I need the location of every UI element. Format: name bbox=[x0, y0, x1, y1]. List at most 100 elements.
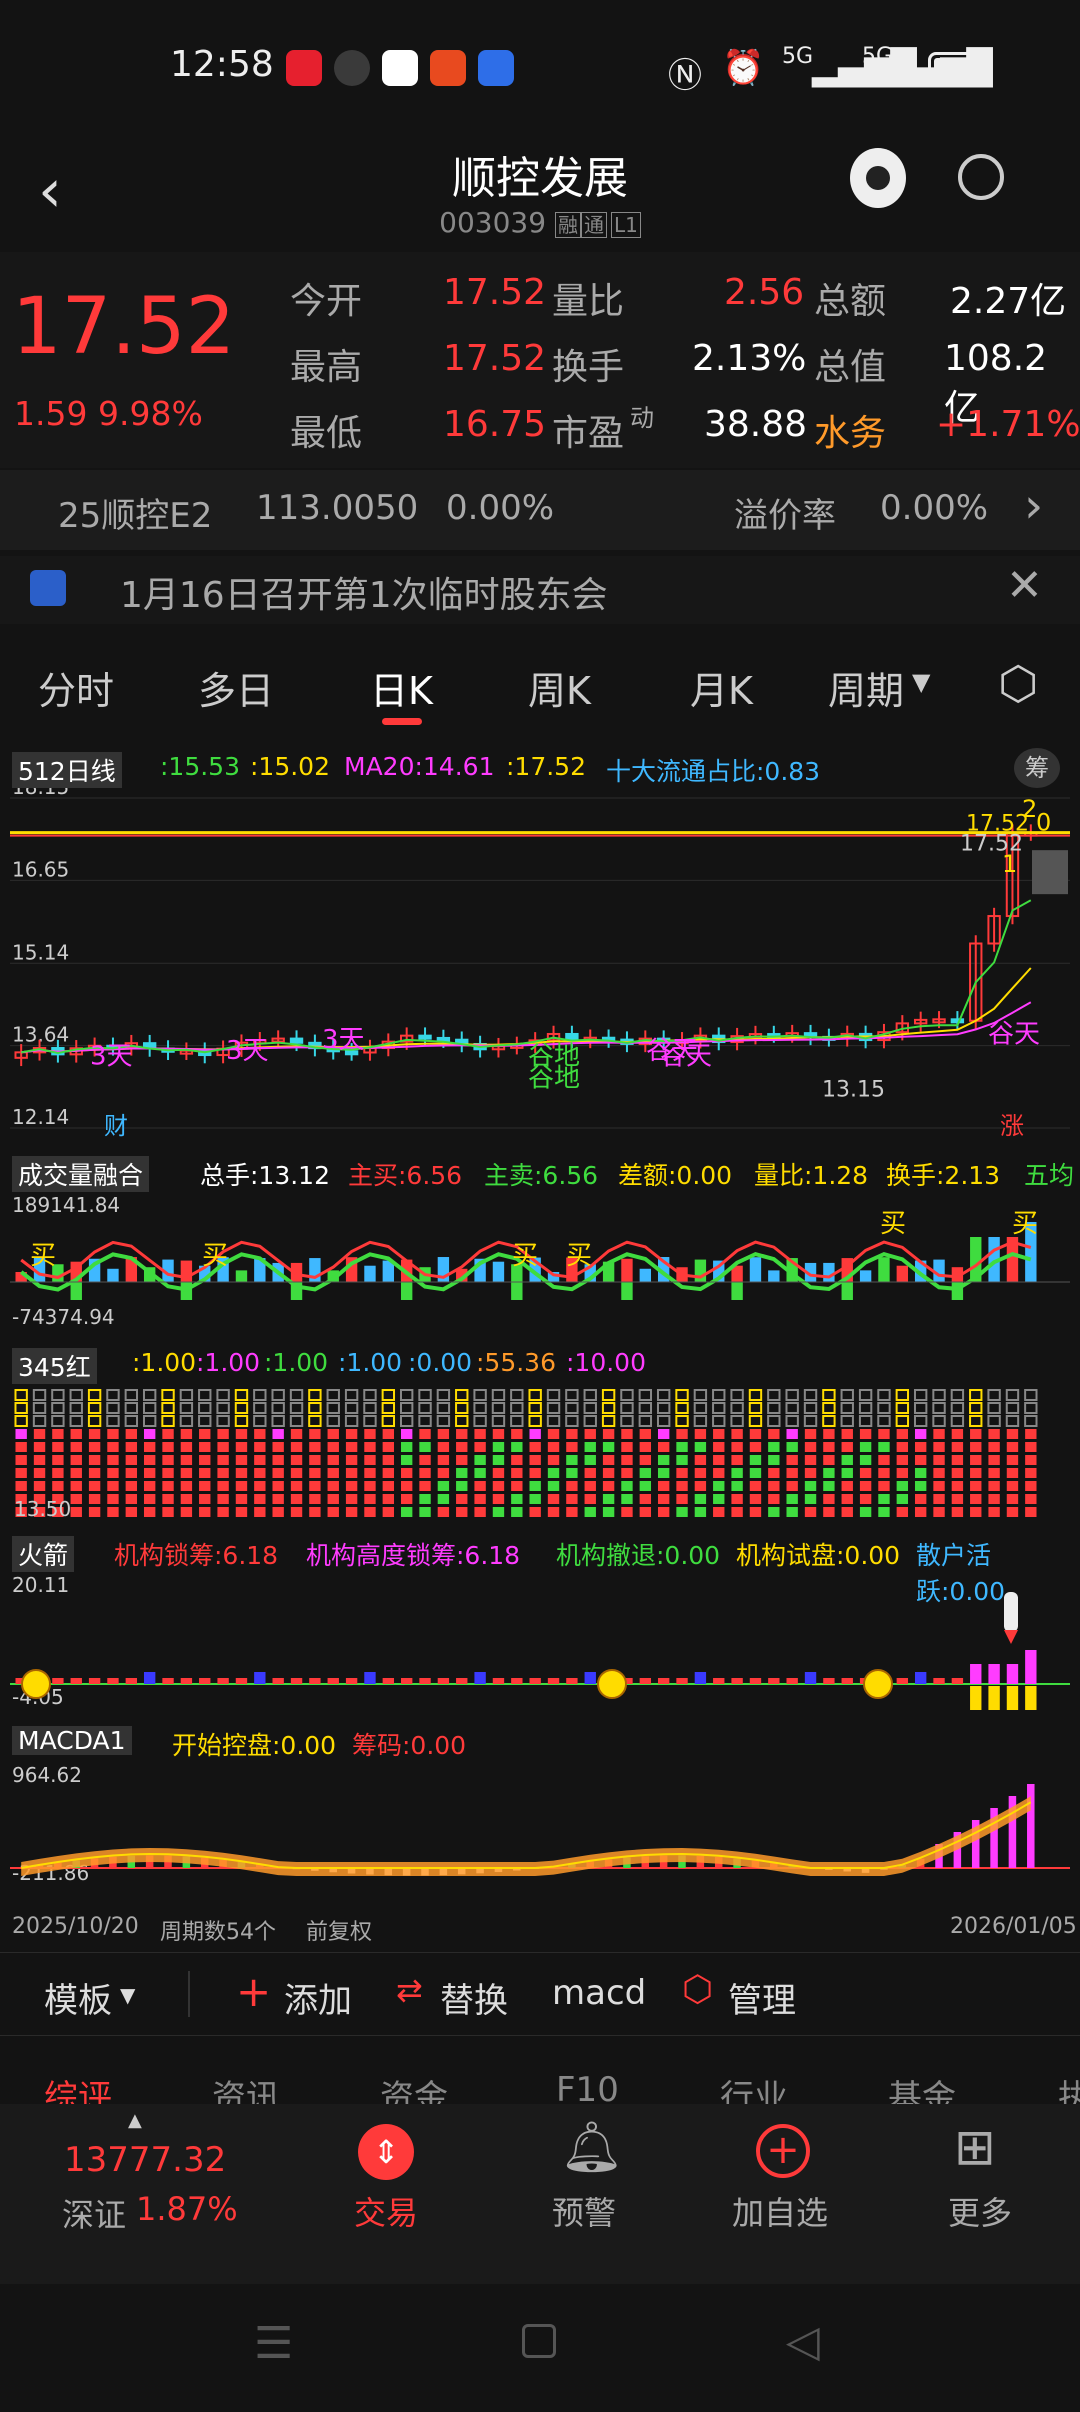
red345-cell bbox=[858, 1389, 873, 1401]
volume-bar bbox=[639, 1268, 652, 1282]
tab-daily-k[interactable]: 日K bbox=[370, 660, 433, 715]
red345-cell bbox=[124, 1389, 139, 1401]
nfc-icon: Ⓝ bbox=[668, 56, 702, 96]
chevron-right-icon[interactable]: › bbox=[1024, 478, 1043, 534]
candlestick-chart[interactable]: 18.1516.6515.1413.6412.1417.5217.5213.15… bbox=[0, 788, 1080, 1148]
red345-cell bbox=[529, 1507, 541, 1517]
red345-chart[interactable]: 13.50 bbox=[0, 1384, 1080, 1520]
red345-cell bbox=[584, 1507, 596, 1517]
red345-cell bbox=[107, 1481, 119, 1491]
rocket-bar bbox=[639, 1678, 652, 1684]
add-button[interactable]: 添加 bbox=[284, 1973, 352, 2022]
sector-name[interactable]: 水务 bbox=[814, 404, 886, 456]
manage-button[interactable]: 管理 bbox=[728, 1973, 796, 2022]
red345-cell bbox=[345, 1494, 358, 1504]
signal-mark: 3天 bbox=[322, 1025, 365, 1055]
red345-cell bbox=[896, 1468, 909, 1478]
red345-cell bbox=[88, 1494, 101, 1504]
red345-cell bbox=[124, 1402, 139, 1414]
red345-cell bbox=[529, 1442, 541, 1452]
red345-cell bbox=[1024, 1415, 1038, 1427]
red345-cell bbox=[713, 1429, 725, 1439]
replace-icon[interactable]: ⇄ bbox=[396, 1971, 423, 2009]
manage-icon[interactable]: ⬡ bbox=[682, 1969, 713, 2010]
tab-period[interactable]: 周期 bbox=[828, 660, 904, 715]
rocket-bar bbox=[345, 1678, 358, 1684]
buy-signal: 买 bbox=[566, 1241, 592, 1271]
trade-icon[interactable]: ⇕ bbox=[358, 2124, 414, 2180]
add-watch-icon[interactable]: + bbox=[756, 2124, 810, 2178]
close-icon[interactable]: ✕ bbox=[1006, 560, 1043, 611]
bell-alert-icon[interactable]: 🔔︎ bbox=[560, 2118, 623, 2177]
red345-cell bbox=[87, 1402, 102, 1414]
nav-watchlist[interactable]: 加自选 bbox=[732, 2188, 828, 2234]
red345-cell bbox=[142, 1402, 157, 1414]
red345-cell bbox=[253, 1415, 267, 1427]
tab-weekly-k[interactable]: 周K bbox=[528, 660, 591, 715]
system-back-icon[interactable]: ◁ bbox=[786, 2316, 820, 2367]
volume-selector[interactable]: 成交量融合 bbox=[12, 1156, 150, 1192]
ma-selector[interactable]: 512日线 bbox=[12, 752, 122, 788]
red345-cell bbox=[712, 1389, 726, 1401]
red345-cell bbox=[162, 1468, 174, 1478]
tab-monthly-k[interactable]: 月K bbox=[690, 660, 753, 715]
money-bag-icon bbox=[21, 1669, 51, 1699]
robot-icon[interactable] bbox=[850, 148, 906, 208]
red345-cell bbox=[381, 1415, 396, 1427]
nav-trade[interactable]: 交易 bbox=[354, 2188, 418, 2234]
red345-cell bbox=[969, 1415, 983, 1427]
red345-cell bbox=[1006, 1429, 1019, 1439]
settings-hexagon-icon[interactable]: ⬡ bbox=[998, 656, 1038, 710]
rocket-selector[interactable]: 火箭 bbox=[12, 1536, 75, 1572]
template-dropdown-icon[interactable]: ▼ bbox=[120, 1983, 135, 2007]
red345-cell bbox=[731, 1429, 743, 1439]
red345-cell bbox=[179, 1415, 194, 1427]
red345-cell bbox=[804, 1442, 817, 1452]
red345-cell bbox=[566, 1429, 578, 1439]
red345-cell bbox=[639, 1455, 652, 1465]
search-icon[interactable] bbox=[958, 154, 1004, 200]
red345-cell bbox=[841, 1507, 853, 1517]
chip-button[interactable]: 筹 bbox=[1014, 748, 1060, 788]
red345-cell bbox=[565, 1389, 579, 1401]
grid-more-icon[interactable]: ⊞ bbox=[954, 2118, 996, 2176]
notice-bar[interactable]: 1月16日召开第1次临时股东会 ✕ bbox=[0, 556, 1080, 624]
red345-cell bbox=[694, 1507, 707, 1517]
red345-cell bbox=[1006, 1468, 1019, 1478]
template-button[interactable]: 模板 bbox=[44, 1973, 112, 2022]
red345-cell bbox=[344, 1415, 359, 1427]
volume-chart[interactable]: 189141.84-74374.94买买买买买买 bbox=[0, 1192, 1080, 1336]
tab-multiday[interactable]: 多日 bbox=[198, 660, 274, 715]
convertible-bond-row[interactable]: 25顺控E2 113.0050 0.00% 溢价率 0.00% › bbox=[0, 470, 1080, 550]
chevron-down-icon[interactable]: ▼ bbox=[912, 668, 930, 696]
rocket-chart[interactable]: 20.11-4.05 bbox=[0, 1572, 1080, 1714]
rocket-bar bbox=[694, 1672, 707, 1684]
sector-pct[interactable]: +1.71% bbox=[936, 404, 1080, 445]
red345-cell bbox=[345, 1429, 358, 1439]
macd-button[interactable]: macd bbox=[552, 1973, 646, 2013]
red345-cell bbox=[713, 1442, 725, 1452]
red345-cell bbox=[289, 1389, 304, 1401]
index-value[interactable]: 13777.32 bbox=[64, 2140, 226, 2180]
replace-button[interactable]: 替换 bbox=[440, 1973, 508, 2022]
red345-cell bbox=[364, 1442, 376, 1452]
system-home-icon[interactable] bbox=[522, 2324, 556, 2358]
red345-cell bbox=[803, 1402, 818, 1414]
tab-intraday[interactable]: 分时 bbox=[38, 660, 114, 715]
macd-chart[interactable]: 964.62-211.86 bbox=[0, 1762, 1080, 1886]
price-tick-label: 12.14 bbox=[12, 1105, 69, 1129]
volume-bar bbox=[896, 1265, 909, 1282]
system-menu-icon[interactable]: ☰ bbox=[254, 2318, 293, 2369]
red345-selector[interactable]: 345红 bbox=[12, 1348, 97, 1384]
red345-cell bbox=[125, 1507, 138, 1517]
red345-cell bbox=[436, 1402, 451, 1414]
nav-more[interactable]: 更多 bbox=[948, 2188, 1012, 2234]
red345-cell bbox=[69, 1389, 83, 1401]
nav-alert[interactable]: 预警 bbox=[552, 2188, 616, 2234]
red345-cell bbox=[584, 1494, 596, 1504]
red345-cell bbox=[546, 1402, 561, 1414]
low-price-label: 13.15 bbox=[822, 1078, 885, 1103]
macd-selector[interactable]: MACDA1 bbox=[12, 1726, 132, 1755]
rocket-bar bbox=[988, 1664, 1000, 1684]
add-icon[interactable]: + bbox=[236, 1967, 271, 2016]
